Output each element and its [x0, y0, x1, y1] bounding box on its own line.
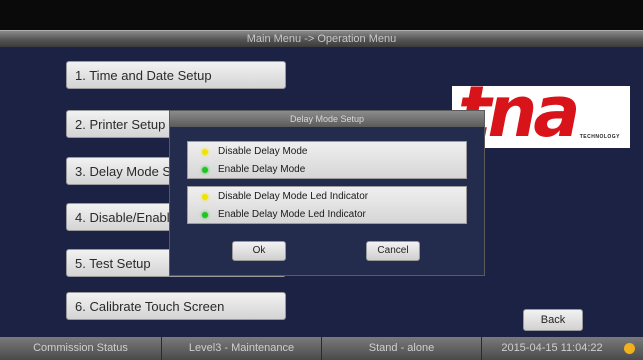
page-title: Main Menu -> Operation Menu — [0, 30, 643, 47]
option-label: Enable Delay Mode — [218, 164, 306, 175]
time-date-setup-button[interactable]: 1. Time and Date Setup — [66, 61, 286, 89]
delay-mode-group: Disable Delay Mode Enable Delay Mode — [187, 141, 467, 179]
status-bar: Commission Status Level3 - Maintenance S… — [0, 337, 643, 360]
enable-led-indicator-option[interactable]: Enable Delay Mode Led Indicator — [188, 206, 466, 224]
led-indicator-group: Disable Delay Mode Led Indicator Enable … — [187, 186, 467, 224]
option-label: Enable Delay Mode Led Indicator — [218, 209, 366, 220]
yellow-led-icon — [202, 149, 208, 155]
delay-mode-setup-dialog: Delay Mode Setup Disable Delay Mode Enab… — [169, 110, 485, 276]
ok-button[interactable]: Ok — [232, 241, 286, 261]
disable-delay-mode-option[interactable]: Disable Delay Mode — [188, 143, 466, 161]
yellow-led-icon — [202, 194, 208, 200]
green-led-icon — [202, 167, 208, 173]
cancel-button[interactable]: Cancel — [366, 241, 420, 261]
machine-mode: Stand - alone — [322, 337, 482, 360]
access-level: Level3 - Maintenance — [162, 337, 322, 360]
logo-tagline: TECHNOLOGY — [579, 134, 620, 140]
status-indicator-icon — [624, 343, 635, 354]
commission-status: Commission Status — [0, 337, 162, 360]
date-time: 2015-04-15 11:04:22 — [501, 342, 603, 354]
top-band — [0, 0, 643, 30]
green-led-icon — [202, 212, 208, 218]
calibrate-touch-screen-button[interactable]: 6. Calibrate Touch Screen — [66, 292, 286, 320]
dialog-title: Delay Mode Setup — [170, 111, 484, 127]
enable-delay-mode-option[interactable]: Enable Delay Mode — [188, 161, 466, 179]
operation-menu-screen: Main Menu -> Operation Menu 1. Time and … — [0, 0, 643, 360]
back-button[interactable]: Back — [523, 309, 583, 331]
disable-led-indicator-option[interactable]: Disable Delay Mode Led Indicator — [188, 188, 466, 206]
option-label: Disable Delay Mode Led Indicator — [218, 191, 369, 202]
option-label: Disable Delay Mode — [218, 146, 308, 157]
